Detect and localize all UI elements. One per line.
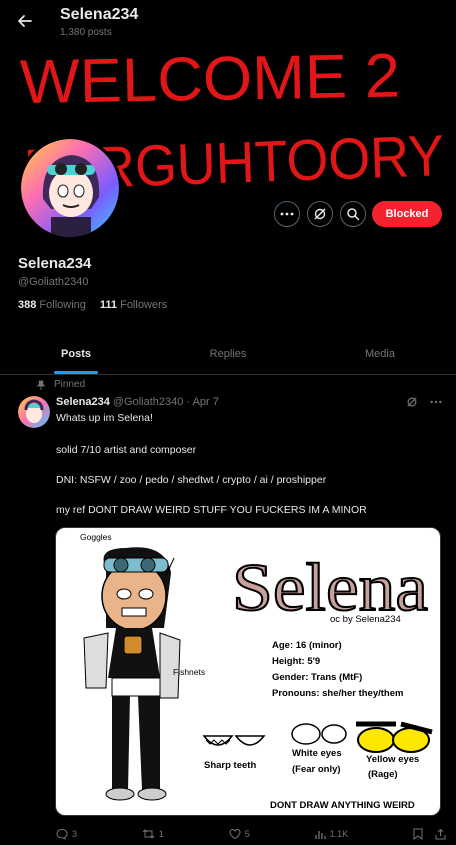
tab-media[interactable]: Media [304, 333, 456, 374]
ref-label-fear-only: (Fear only) [292, 764, 341, 775]
ref-label-white-eyes: White eyes [292, 748, 342, 759]
ref-age: Age: 16 (minor) [272, 640, 342, 651]
post-extra-actions [413, 828, 446, 840]
back-arrow-icon[interactable] [14, 10, 36, 32]
views-button[interactable]: 1.1K [314, 829, 349, 840]
share-icon[interactable] [435, 828, 446, 840]
followers-link[interactable]: 111 Followers [100, 299, 167, 311]
like-button[interactable]: 5 [229, 828, 250, 840]
following-link[interactable]: 388 Following [18, 299, 86, 311]
post-media-image[interactable]: Selena Goggles Fishnets oc by Selena234 … [55, 527, 441, 816]
ref-pronouns: Pronouns: she/her they/them [272, 688, 404, 699]
profile-display-name: Selena234 [18, 255, 92, 272]
post-text-line: my ref DONT DRAW WEIRD STUFF YOU FUCKERS… [56, 504, 367, 516]
top-bar: Selena234 1,380 posts [0, 0, 456, 42]
ref-gender: Gender: Trans (MtF) [272, 672, 363, 683]
banner-line1: WELCOME 2 [19, 42, 400, 118]
heart-icon [229, 828, 241, 840]
ref-height: Height: 5'9 [272, 656, 321, 667]
post-date[interactable]: · Apr 7 [186, 396, 218, 408]
blocked-button[interactable]: Blocked [372, 201, 442, 227]
post-author-avatar[interactable] [18, 396, 50, 428]
views-count: 1.1K [329, 829, 349, 839]
ref-label-goggles: Goggles [80, 532, 112, 542]
like-count: 5 [244, 829, 250, 839]
grok-icon [314, 208, 326, 220]
post-author-handle[interactable]: @Goliath2340 [113, 396, 184, 408]
post-header: Selena234 @Goliath2340 · Apr 7 [56, 396, 219, 408]
post-more-icon[interactable] [430, 400, 442, 404]
search-icon [347, 208, 360, 221]
ref-label-rage: (Rage) [368, 769, 398, 780]
pin-icon [36, 380, 46, 390]
reply-count: 3 [72, 829, 78, 839]
ref-label-sharp-teeth: Sharp teeth [204, 760, 257, 771]
header-name: Selena234 [60, 6, 139, 23]
post-text-line: DNI: NSFW / zoo / pedo / shedtwt / crypt… [56, 474, 327, 486]
pinned-indicator: Pinned [36, 379, 85, 390]
reply-button[interactable]: 3 [56, 828, 77, 840]
tab-posts[interactable]: Posts [0, 333, 152, 374]
more-dots-icon [280, 212, 294, 216]
repost-icon [142, 829, 155, 839]
post-action-bar: 3 1 5 1.1K [56, 826, 446, 842]
ref-warning: DONT DRAW ANYTHING WEIRD [270, 800, 415, 811]
pinned-label: Pinned [54, 379, 86, 390]
profile-avatar[interactable] [18, 136, 122, 240]
profile-handle: @Goliath2340 [18, 276, 89, 288]
more-options-button[interactable] [274, 201, 300, 227]
post-header-icons [406, 396, 442, 408]
ref-label-yellow-eyes: Yellow eyes [366, 754, 420, 765]
repost-button[interactable]: 1 [142, 828, 164, 840]
post-text-line: solid 7/10 artist and composer [56, 444, 197, 456]
reply-icon [56, 828, 68, 840]
grok-button[interactable] [307, 201, 333, 227]
search-profile-button[interactable] [340, 201, 366, 227]
grok-icon[interactable] [406, 396, 418, 408]
views-icon [314, 830, 326, 839]
profile-tabs: Posts Replies Media [0, 333, 456, 375]
ref-byline: oc by Selena234 [330, 614, 401, 625]
post-text-line: Whats up im Selena! [56, 412, 153, 424]
post-author-name[interactable]: Selena234 [56, 396, 110, 408]
repost-count: 1 [158, 829, 164, 839]
follow-stats: 388 Following 111 Followers [18, 299, 167, 311]
bookmark-icon[interactable] [413, 828, 423, 840]
ref-label-fishnets: Fishnets [173, 667, 206, 677]
tab-replies[interactable]: Replies [152, 333, 304, 374]
header-post-count: 1,380 posts [60, 27, 112, 38]
